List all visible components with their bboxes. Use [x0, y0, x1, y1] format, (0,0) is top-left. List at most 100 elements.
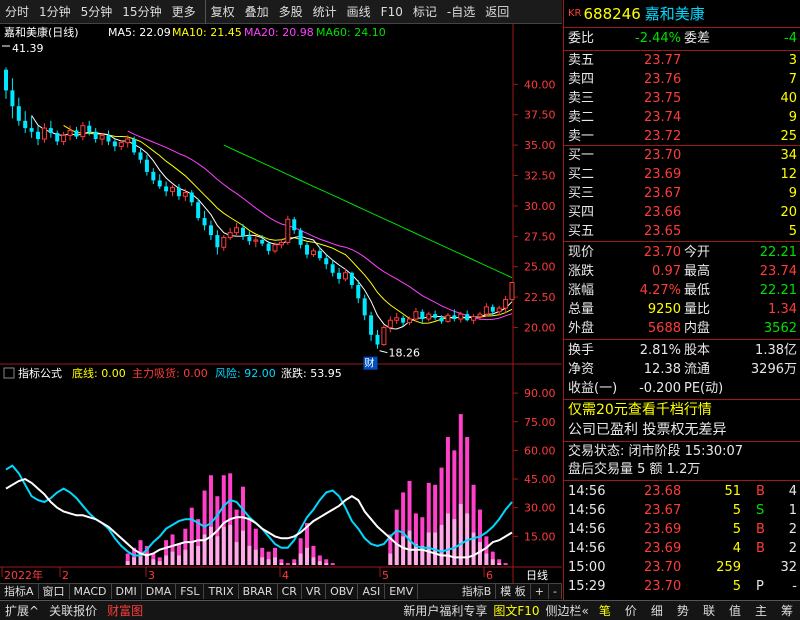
- stat-label: 总量: [568, 302, 595, 317]
- indicator-tab-5[interactable]: FSL: [176, 584, 205, 599]
- ask-price: 23.75: [644, 91, 682, 106]
- indicator-tab-15[interactable]: +: [531, 584, 550, 599]
- indicator-tab-11[interactable]: ASI: [358, 584, 386, 599]
- tick-volume: 51: [724, 484, 741, 499]
- candle-body: [132, 139, 137, 153]
- panel-tab-4[interactable]: 联: [696, 602, 722, 619]
- candle-body: [10, 90, 15, 107]
- toolbar-btn-0[interactable]: 分时: [0, 0, 34, 24]
- panel-tab-0[interactable]: 笔: [592, 602, 618, 619]
- bottom-line-label: 底线: 0.00: [72, 366, 126, 380]
- toolbar-btn-3[interactable]: 15分钟: [117, 0, 166, 24]
- bottom-left-btn-2[interactable]: 财富图: [102, 602, 148, 619]
- tick-side: B: [756, 541, 765, 556]
- bar-highlight: [317, 561, 322, 565]
- stat-row: 外盘 5688 内盘 3562: [564, 320, 800, 338]
- ind-axis-label: 30.00: [524, 502, 556, 515]
- bid-volume: 9: [788, 186, 797, 201]
- bottom-right-btn-0[interactable]: 新用户福利专享: [400, 602, 490, 619]
- panel-tab-2[interactable]: 细: [644, 602, 670, 619]
- price-axis-label: 37.50: [524, 109, 556, 122]
- indicator-tab-1[interactable]: 窗口: [39, 584, 70, 599]
- toolbar-btn-7[interactable]: 多股: [274, 0, 308, 24]
- candle-body: [317, 250, 322, 259]
- toolbar-btn-2[interactable]: 5分钟: [76, 0, 118, 24]
- toolbar-btn-4[interactable]: 更多: [167, 0, 201, 24]
- weibi-row: 委比 -2.44% 委差 -4: [564, 30, 800, 48]
- indicator-tab-0[interactable]: 指标A: [0, 584, 39, 599]
- bid-label: 买二: [568, 167, 595, 182]
- xaxis-label: 2: [62, 569, 69, 582]
- bid-label: 买四: [568, 205, 595, 220]
- toolbar-btn-13[interactable]: 返回: [480, 0, 514, 24]
- panel-tab-5[interactable]: 值: [722, 602, 748, 619]
- fund-label: 收益(一): [568, 381, 618, 396]
- indicator-tab-10[interactable]: OBV: [326, 584, 359, 599]
- indicator-tab-8[interactable]: CR: [278, 584, 302, 599]
- toolbar-btn-5[interactable]: 复权: [204, 0, 240, 24]
- panel-tab-1[interactable]: 价: [618, 602, 644, 619]
- main-suck-bar: [330, 563, 335, 565]
- indicator-tab-4[interactable]: DMA: [142, 584, 177, 599]
- bar-highlight: [388, 553, 393, 565]
- bar-highlight: [394, 543, 399, 565]
- ask-volume: 7: [788, 72, 797, 87]
- bottom-left-btn-0[interactable]: 扩展^: [0, 602, 44, 619]
- toolbar-btn-1[interactable]: 1分钟: [34, 0, 76, 24]
- bid-row: 买四 23.66 20: [564, 204, 800, 222]
- bar-highlight: [132, 557, 137, 565]
- ask-row: 卖二 23.74 9: [564, 109, 800, 127]
- panel-tab-3[interactable]: 势: [670, 602, 696, 619]
- ask-price: 23.77: [644, 53, 682, 68]
- toolbar-btn-6[interactable]: 叠加: [240, 0, 274, 24]
- candle-body: [342, 272, 348, 280]
- candle-body: [61, 134, 67, 142]
- bar-highlight: [298, 553, 303, 565]
- panel-separator: [564, 241, 800, 242]
- toolbar-btn-10[interactable]: F10: [376, 0, 408, 24]
- stat-value: 23.70: [643, 245, 681, 260]
- indicator-tab-9[interactable]: VR: [302, 584, 327, 599]
- toolbar-btn-9[interactable]: 画线: [342, 0, 376, 24]
- kline-title: 嘉和美康(日线): [4, 25, 79, 39]
- tick-count: -: [792, 579, 797, 594]
- indicator-tab-12[interactable]: EMV: [385, 584, 419, 599]
- ask-label: 卖二: [568, 110, 595, 125]
- tick-price: 23.67: [644, 503, 682, 518]
- bottom-right-btn-1[interactable]: 图文F10: [490, 602, 542, 619]
- candle-body: [420, 311, 425, 320]
- panel-tab-7[interactable]: 筹: [774, 602, 800, 619]
- afterhours-row: 盘后交易量 5 额 1.2万: [564, 461, 800, 479]
- candle-body: [41, 127, 47, 140]
- chart-bg: [0, 24, 562, 584]
- weibi-label: 委比: [568, 31, 595, 46]
- candle-body: [138, 152, 143, 160]
- bar-highlight: [183, 549, 188, 565]
- indicator-tab-7[interactable]: BRAR: [239, 584, 278, 599]
- bid-volume: 5: [788, 224, 797, 239]
- toolbar-btn-12[interactable]: -自选: [442, 0, 480, 24]
- candle-body: [74, 130, 79, 137]
- indicator-tab-2[interactable]: MACD: [70, 584, 112, 599]
- toolbar-btn-11[interactable]: 标记: [408, 0, 442, 24]
- indicator-tab-13[interactable]: 指标B: [458, 584, 497, 599]
- tick-volume: 5: [732, 579, 741, 594]
- indicator-tab-3[interactable]: DMI: [112, 584, 142, 599]
- candle-body: [170, 187, 176, 192]
- ma10-label: MA10: 21.45: [172, 26, 242, 39]
- bid-volume: 20: [780, 205, 797, 220]
- candle-body: [4, 69, 8, 91]
- panel-separator: [564, 441, 800, 442]
- panel-tab-6[interactable]: 主: [748, 602, 774, 619]
- tick-time: 14:56: [568, 484, 606, 499]
- bottom-right-btn-2[interactable]: 侧边栏«: [543, 602, 592, 619]
- candle-body: [189, 192, 194, 203]
- bottom-bar: 扩展^ 关联报价 财富图 新用户福利专享 图文F10 侧边栏« 笔价细势联值主筹: [0, 600, 800, 620]
- indicator-tab-6[interactable]: TRIX: [204, 584, 239, 599]
- indicator-tab-14[interactable]: 模 板: [496, 584, 531, 599]
- indicator-tab-16[interactable]: -: [549, 584, 562, 599]
- bottom-left-btn-1[interactable]: 关联报价: [44, 602, 102, 619]
- bid-label: 买一: [568, 148, 595, 163]
- toolbar-btn-8[interactable]: 统计: [308, 0, 342, 24]
- candle-body: [471, 316, 477, 321]
